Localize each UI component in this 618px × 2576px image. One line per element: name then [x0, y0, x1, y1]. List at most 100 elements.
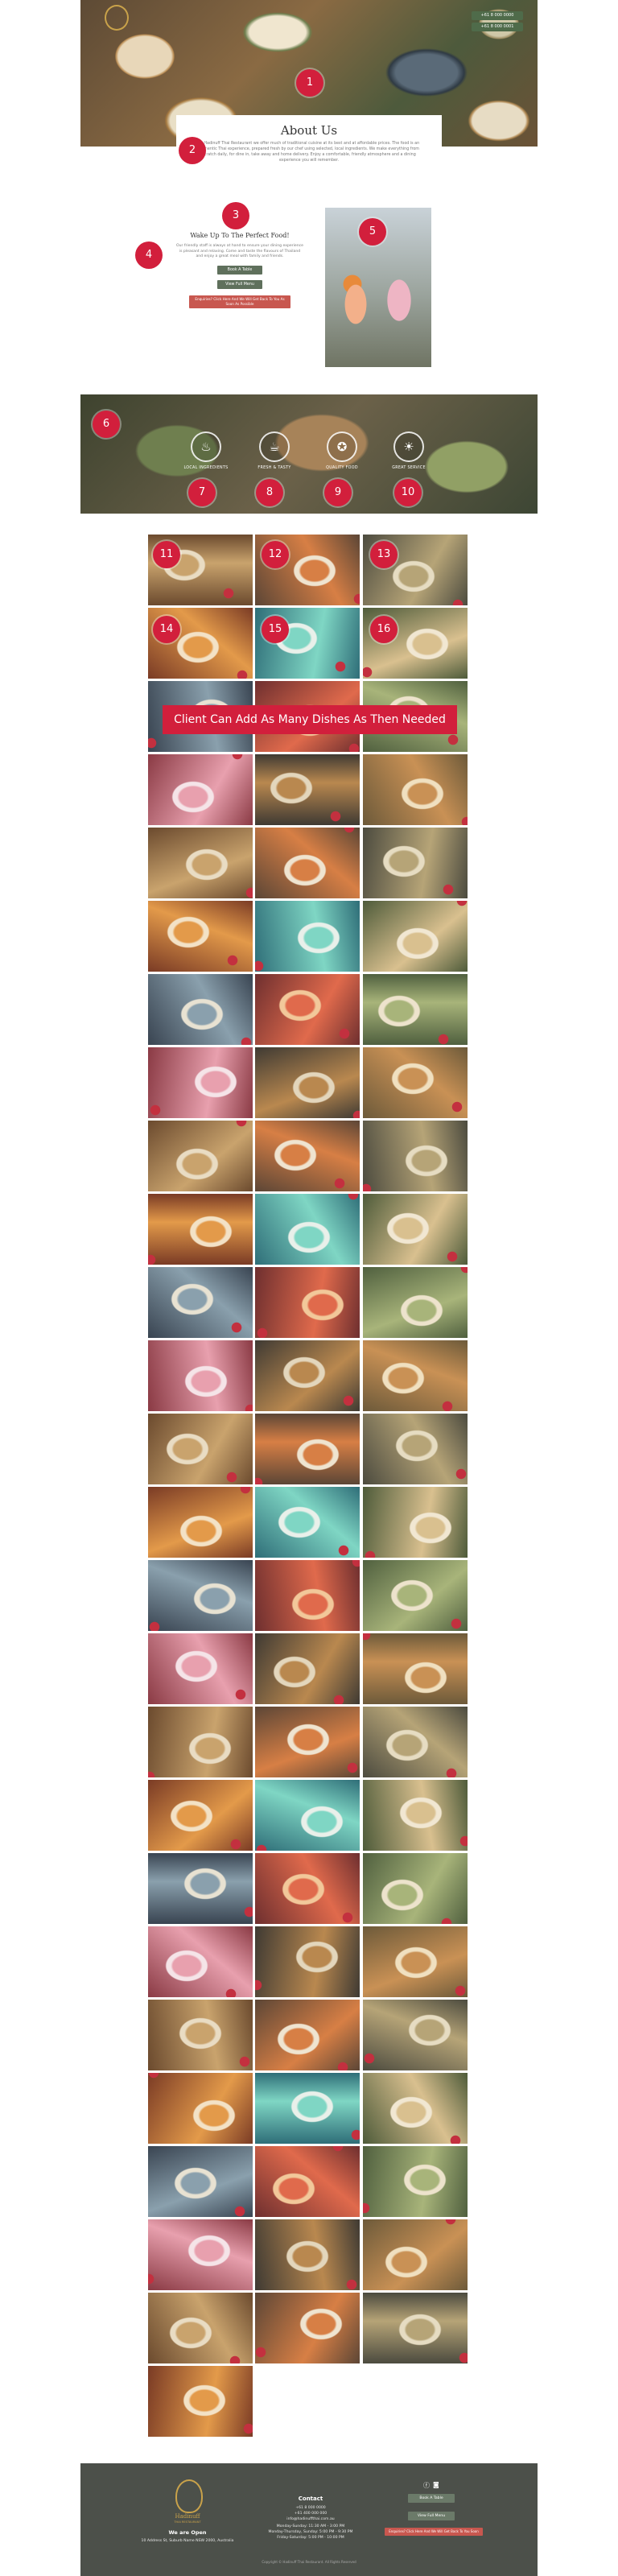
marker-14: 14: [153, 616, 180, 643]
client-note-banner: Client Can Add As Many Dishes As Then Ne…: [163, 705, 457, 734]
dish-photo[interactable]: [148, 1780, 253, 1851]
dish-photo[interactable]: [363, 1487, 468, 1558]
marker-4: 4: [135, 242, 163, 269]
hours-1: Monday-Sunday: 11:30 AM - 3:00 PM: [276, 2524, 345, 2529]
dish-photo[interactable]: [148, 1414, 253, 1484]
dish-photo[interactable]: [363, 1340, 468, 1411]
footer-logo[interactable]: [175, 2479, 203, 2513]
dish-photo[interactable]: [148, 2073, 253, 2144]
footer-phone[interactable]: +61 8 000 0000: [254, 2505, 367, 2511]
dish-photo[interactable]: [363, 2000, 468, 2070]
marker-1: 1: [296, 69, 323, 97]
marker-15: 15: [262, 616, 289, 643]
dish-photo[interactable]: [148, 1121, 253, 1191]
dish-photo[interactable]: [255, 1633, 360, 1704]
footer-book-button[interactable]: Book A Table: [408, 2494, 455, 2503]
dish-photo[interactable]: [363, 2146, 468, 2217]
dish-photo[interactable]: [255, 754, 360, 825]
marker-12: 12: [262, 541, 289, 568]
dish-photo[interactable]: [255, 1121, 360, 1191]
dish-photo[interactable]: [363, 1194, 468, 1265]
marker-11: 11: [153, 541, 180, 568]
dish-photo[interactable]: [255, 1707, 360, 1777]
dish-photo[interactable]: [148, 1707, 253, 1777]
dish-photo[interactable]: [148, 2146, 253, 2217]
dish-photo[interactable]: [255, 1487, 360, 1558]
dish-photo[interactable]: [363, 2293, 468, 2363]
dish-gallery: [0, 0, 618, 2463]
dish-photo[interactable]: [255, 2293, 360, 2363]
dish-photo[interactable]: [363, 1633, 468, 1704]
dish-photo[interactable]: [363, 1560, 468, 1631]
dish-photo[interactable]: [363, 1047, 468, 1118]
dish-photo[interactable]: [363, 1926, 468, 1997]
footer-menu-button[interactable]: View Full Menu: [408, 2512, 455, 2520]
dish-photo[interactable]: [363, 1267, 468, 1338]
dish-photo[interactable]: [363, 901, 468, 972]
dish-photo[interactable]: [363, 754, 468, 825]
dish-photo[interactable]: [148, 1340, 253, 1411]
instagram-icon[interactable]: ◙: [433, 2481, 439, 2488]
marker-6: 6: [93, 411, 120, 438]
marker-2: 2: [179, 137, 206, 164]
dish-photo[interactable]: [148, 2000, 253, 2070]
hours-2: Monday-Thursday, Sunday: 5:00 PM - 9:30 …: [268, 2530, 353, 2534]
dish-photo[interactable]: [148, 2219, 253, 2290]
dish-photo[interactable]: [148, 1194, 253, 1265]
dish-photo[interactable]: [255, 2000, 360, 2070]
dish-photo[interactable]: [255, 1340, 360, 1411]
dish-photo[interactable]: [148, 1926, 253, 1997]
marker-9: 9: [324, 479, 352, 506]
marker-13: 13: [370, 541, 398, 568]
dish-photo[interactable]: [148, 901, 253, 972]
dish-photo[interactable]: [148, 1487, 253, 1558]
dish-photo[interactable]: [363, 974, 468, 1045]
marker-7: 7: [188, 479, 216, 506]
footer-email[interactable]: info@hadinuffthai.com.au: [254, 2516, 367, 2522]
footer-address: 10 Address St, Suburb Name NSW 2000, Aus…: [141, 2539, 234, 2543]
dish-photo[interactable]: [255, 1047, 360, 1118]
dish-photo[interactable]: [255, 1853, 360, 1924]
dish-photo[interactable]: [363, 1853, 468, 1924]
dish-photo[interactable]: [363, 1414, 468, 1484]
dish-photo[interactable]: [363, 2219, 468, 2290]
dish-photo[interactable]: [148, 1853, 253, 1924]
footer-enquiry-button[interactable]: Enquiries? Click Here And We Will Get Ba…: [385, 2528, 483, 2536]
dish-photo[interactable]: [255, 1560, 360, 1631]
dish-photo[interactable]: [255, 1194, 360, 1265]
dish-photo[interactable]: [148, 828, 253, 898]
footer-brand: Hadinuff: [175, 2513, 200, 2520]
dish-photo[interactable]: [148, 2293, 253, 2363]
marker-10: 10: [394, 479, 422, 506]
dish-photo[interactable]: [363, 1780, 468, 1851]
dish-photo[interactable]: [255, 901, 360, 972]
marker-5: 5: [359, 218, 386, 246]
dish-photo[interactable]: [255, 2073, 360, 2144]
marker-16: 16: [370, 616, 398, 643]
dish-photo[interactable]: [148, 1560, 253, 1631]
footer-mobile[interactable]: +61 400 000 000: [254, 2511, 367, 2516]
dish-photo[interactable]: [255, 1780, 360, 1851]
dish-photo[interactable]: [148, 754, 253, 825]
dish-photo[interactable]: [255, 1926, 360, 1997]
dish-photo[interactable]: [148, 1047, 253, 1118]
dish-photo[interactable]: [148, 974, 253, 1045]
marker-3: 3: [222, 202, 249, 229]
dish-photo[interactable]: [255, 1414, 360, 1484]
dish-photo[interactable]: [255, 2219, 360, 2290]
dish-photo[interactable]: [148, 2366, 253, 2437]
dish-photo[interactable]: [255, 2146, 360, 2217]
dish-photo[interactable]: [148, 1267, 253, 1338]
dish-photo[interactable]: [363, 1121, 468, 1191]
dish-photo[interactable]: [363, 828, 468, 898]
dish-photo[interactable]: [363, 2073, 468, 2144]
dish-photo[interactable]: [255, 1267, 360, 1338]
dish-photo[interactable]: [255, 828, 360, 898]
facebook-icon[interactable]: ⓕ: [423, 2481, 430, 2490]
dish-photo[interactable]: [255, 974, 360, 1045]
contact-title: Contact: [298, 2496, 323, 2502]
open-heading: We are Open: [168, 2529, 207, 2536]
dish-photo[interactable]: [148, 1633, 253, 1704]
footer: Hadinuff THAI RESTAURANT We are Open 10 …: [80, 2463, 538, 2576]
dish-photo[interactable]: [363, 1707, 468, 1777]
